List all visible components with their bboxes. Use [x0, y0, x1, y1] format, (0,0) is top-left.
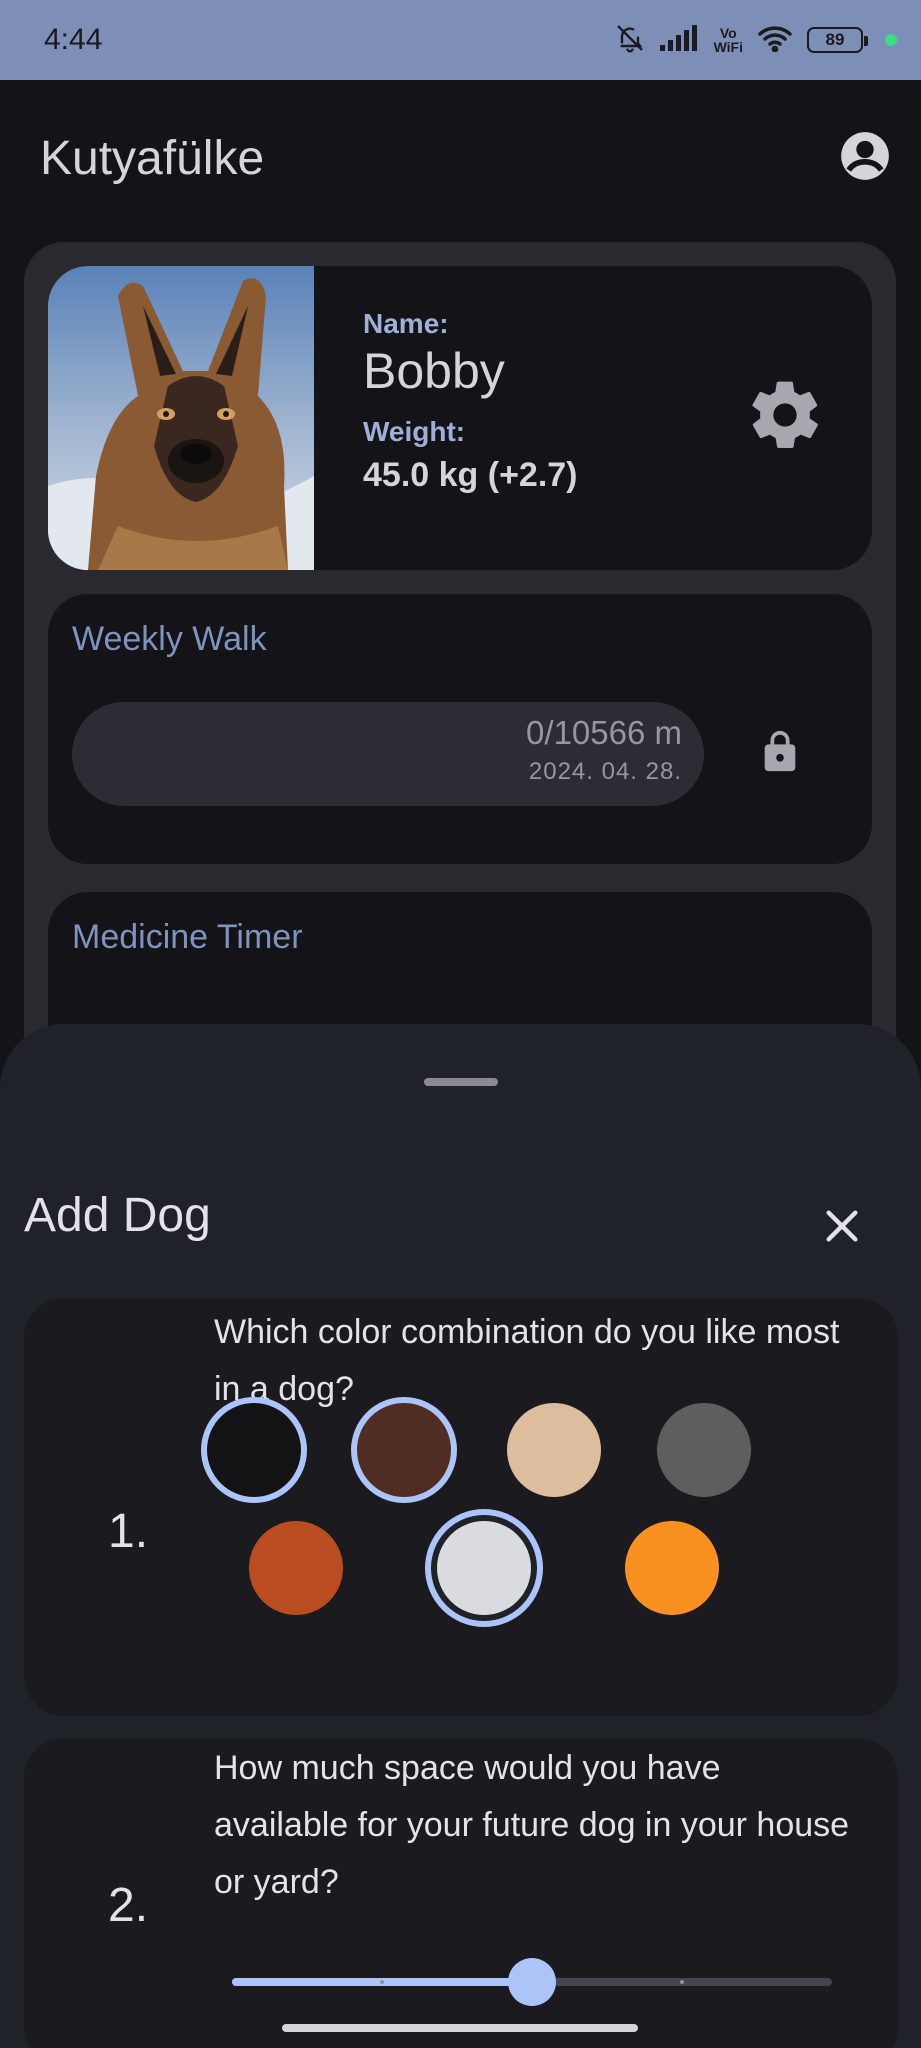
sheet-title: Add Dog — [24, 1189, 211, 1242]
close-icon — [826, 1210, 858, 1242]
color-swatch[interactable] — [625, 1521, 719, 1615]
name-label: Name: — [363, 308, 449, 339]
question-number: 1. — [108, 1505, 149, 1558]
bell-off-icon — [614, 22, 646, 59]
close-button[interactable] — [806, 1190, 878, 1262]
account-circle-icon[interactable] — [839, 130, 891, 187]
home-indicator[interactable] — [282, 2024, 638, 2032]
status-icons: Vo WiFi 89 — [614, 22, 897, 59]
dog-photo — [48, 266, 314, 570]
question-text: Which color combination do you like most… — [214, 1313, 840, 1408]
app-bar: Kutyafülke — [0, 80, 921, 236]
walk-date: 2024. 04. 28. — [528, 758, 682, 785]
dog-info: Name: Bobby Weight: 45.0 kg (+2.7) — [363, 308, 578, 495]
wifi-icon — [757, 24, 793, 57]
space-slider[interactable] — [232, 1958, 832, 2006]
gear-icon — [752, 381, 818, 449]
walk-progress-bar: 0/10566 m 2024. 04. 28. — [72, 702, 704, 806]
lock-icon[interactable] — [750, 722, 810, 782]
drag-handle[interactable] — [424, 1078, 498, 1086]
slider-tick — [380, 1980, 384, 1984]
dog-name: Bobby — [363, 343, 505, 399]
status-time: 4:44 — [44, 23, 103, 56]
slider-tick — [680, 1980, 684, 1984]
status-bar: 4:44 Vo WiFi 89 — [0, 0, 921, 80]
question-card-2: 2. How much space would you have availab… — [24, 1738, 898, 2048]
battery-icon: 89 — [807, 27, 868, 53]
color-swatch[interactable] — [657, 1403, 751, 1497]
add-dog-sheet: Add Dog 1. Which color combination do yo… — [0, 1024, 921, 2048]
vowifi-icon: Vo WiFi — [714, 26, 743, 54]
weekly-walk-card: Weekly Walk 0/10566 m 2024. 04. 28. — [48, 594, 872, 864]
signal-icon — [659, 24, 700, 56]
weight-label: Weight: — [363, 416, 466, 447]
dog-dashboard: Name: Bobby Weight: 45.0 kg (+2.7) Weekl… — [24, 242, 896, 1152]
color-swatch[interactable] — [437, 1521, 531, 1615]
privacy-dot-icon — [885, 34, 897, 46]
color-swatch[interactable] — [357, 1403, 451, 1497]
walk-value: 0/10566 m — [526, 714, 682, 751]
app-title: Kutyafülke — [40, 131, 265, 185]
color-swatch[interactable] — [249, 1521, 343, 1615]
color-swatch[interactable] — [507, 1403, 601, 1497]
question-number: 2. — [108, 1879, 149, 1932]
question-card-1: 1. Which color combination do you like m… — [24, 1298, 898, 1716]
dog-weight: 45.0 kg (+2.7) — [363, 456, 578, 494]
medicine-timer-title: Medicine Timer — [72, 918, 303, 956]
question-text: How much space would you have available … — [214, 1749, 850, 1901]
slider-thumb[interactable] — [508, 1958, 556, 2006]
vowifi-bottom: WiFi — [713, 39, 743, 55]
settings-button[interactable] — [738, 368, 832, 462]
weekly-walk-title: Weekly Walk — [72, 620, 267, 658]
color-swatch[interactable] — [207, 1403, 301, 1497]
dog-profile-card[interactable]: Name: Bobby Weight: 45.0 kg (+2.7) — [48, 266, 872, 570]
